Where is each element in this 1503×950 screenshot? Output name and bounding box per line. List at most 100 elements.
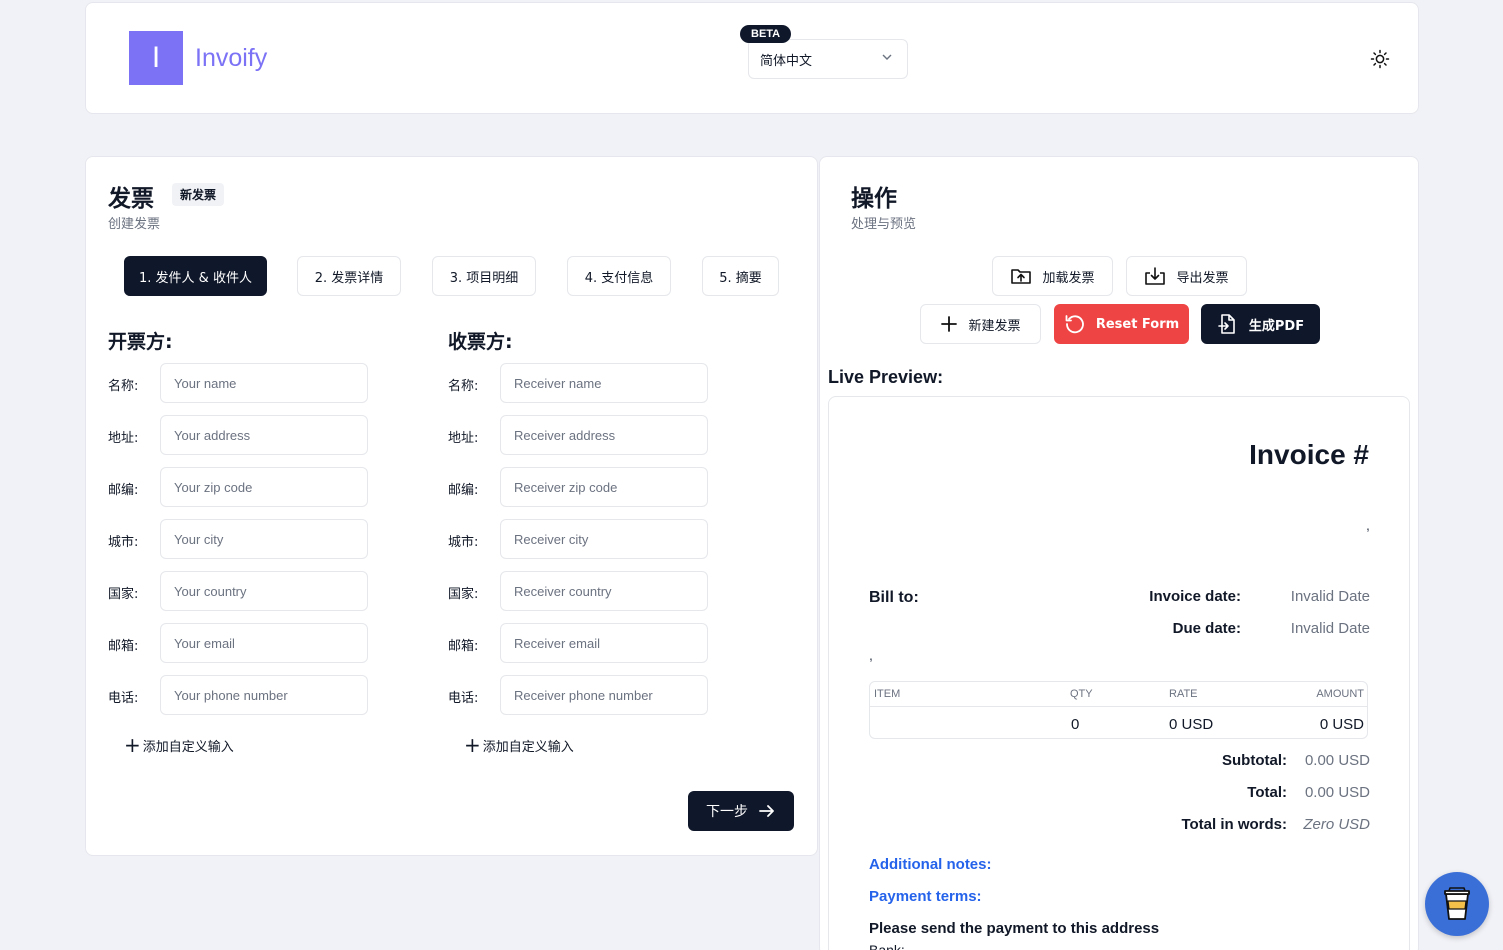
- receiver-city-input[interactable]: [500, 519, 708, 559]
- step-4-tab[interactable]: 4. 支付信息: [567, 256, 671, 296]
- receiver-add-custom-label: 添加自定义输入: [482, 739, 574, 755]
- generate-pdf-button[interactable]: 生成PDF: [1201, 304, 1320, 344]
- form-subtitle: 创建发票: [108, 217, 161, 232]
- sender-city-label: 城市:: [108, 535, 139, 550]
- subtotal-value: 0.00 USD: [1304, 752, 1370, 769]
- col-rate: RATE: [1169, 688, 1198, 700]
- next-step-label: 下一步: [706, 804, 748, 820]
- receiver-country-label: 国家:: [448, 587, 479, 602]
- next-step-button[interactable]: 下一步: [688, 791, 794, 831]
- payment-address-text: Please send the payment to this address: [869, 920, 1160, 937]
- sender-zip-input[interactable]: [160, 467, 368, 507]
- reset-form-button[interactable]: Reset Form: [1054, 304, 1189, 344]
- arrow-right-icon: [759, 805, 774, 817]
- actions-subtitle: 处理与预览: [851, 217, 917, 232]
- step-3-tab[interactable]: 3. 项目明细: [432, 256, 536, 296]
- step-2-tab[interactable]: 2. 发票详情: [297, 256, 401, 296]
- payment-terms-label: Payment terms:: [869, 888, 982, 905]
- sender-name-label: 名称:: [108, 379, 139, 394]
- subtotal-label: Subtotal:: [1222, 752, 1287, 769]
- total-in-words-value: Zero USD: [1303, 816, 1370, 833]
- receiver-address-label: 地址:: [448, 431, 479, 446]
- plus-icon: [941, 316, 958, 332]
- col-item: ITEM: [874, 688, 901, 700]
- reset-form-label: Reset Form: [1095, 316, 1180, 332]
- bank-label: Bank:: [869, 942, 905, 950]
- sun-icon: [1370, 49, 1390, 69]
- row-rate: 0 USD: [1169, 716, 1214, 733]
- receiver-city-label: 城市:: [448, 535, 479, 550]
- buy-me-coffee-button[interactable]: [1425, 872, 1489, 936]
- download-icon: [1145, 267, 1166, 285]
- coffee-cup-icon: [1444, 887, 1470, 920]
- receiver-add-custom-button[interactable]: + 添加自定义输入: [464, 735, 574, 755]
- due-date-value: Invalid Date: [1290, 620, 1370, 637]
- receiver-name-input[interactable]: [500, 363, 708, 403]
- theme-toggle-button[interactable]: [1369, 48, 1391, 70]
- new-invoice-badge: 新发票: [172, 183, 225, 206]
- invoice-date-value: Invalid Date: [1290, 588, 1370, 605]
- reset-icon: [1065, 315, 1084, 334]
- invoice-form-card: 发票 新发票 创建发票 1. 发件人 & 收件人 2. 发票详情 3. 项目明细…: [85, 156, 818, 856]
- sender-email-label: 邮箱:: [108, 639, 139, 654]
- chevron-down-icon: [882, 54, 892, 60]
- receiver-phone-input[interactable]: [500, 675, 708, 715]
- sender-country-label: 国家:: [108, 587, 139, 602]
- language-select[interactable]: 简体中文: [748, 39, 908, 79]
- total-label: Total:: [1247, 784, 1287, 801]
- plus-icon: +: [124, 733, 141, 757]
- additional-notes-label: Additional notes:: [869, 856, 992, 873]
- sender-zip-label: 邮编:: [108, 483, 139, 498]
- actions-card: 操作 处理与预览 加载发票 导出发票 新建发票 Reset Form 生成PDF…: [819, 156, 1419, 950]
- beta-badge: BETA: [740, 25, 792, 43]
- logo[interactable]: I Invoify: [129, 31, 267, 85]
- sender-country-input[interactable]: [160, 571, 368, 611]
- sender-address-input[interactable]: [160, 415, 368, 455]
- load-invoice-label: 加载发票: [1042, 270, 1095, 286]
- row-qty: 0: [1071, 716, 1080, 733]
- sender-phone-input[interactable]: [160, 675, 368, 715]
- upload-icon: [1011, 269, 1032, 284]
- sender-title: 开票方:: [108, 331, 173, 353]
- sender-add-custom-button[interactable]: + 添加自定义输入: [124, 735, 234, 755]
- app-name: Invoify: [195, 43, 268, 72]
- sender-phone-label: 电话:: [108, 691, 139, 706]
- receiver-address-comma: ,: [869, 647, 873, 663]
- export-invoice-label: 导出发票: [1176, 270, 1229, 286]
- app-header: I Invoify 简体中文 BETA: [85, 2, 1419, 114]
- receiver-phone-label: 电话:: [448, 691, 479, 706]
- receiver-email-label: 邮箱:: [448, 639, 479, 654]
- sender-address-comma: ,: [1366, 517, 1370, 533]
- sender-email-input[interactable]: [160, 623, 368, 663]
- file-export-icon: [1218, 314, 1235, 334]
- receiver-name-label: 名称:: [448, 379, 479, 394]
- bill-to-label: Bill to:: [869, 589, 919, 606]
- load-invoice-button[interactable]: 加载发票: [992, 256, 1113, 296]
- receiver-zip-input[interactable]: [500, 467, 708, 507]
- step-1-tab[interactable]: 1. 发件人 & 收件人: [124, 256, 267, 296]
- step-5-tab[interactable]: 5. 摘要: [702, 256, 779, 296]
- export-invoice-button[interactable]: 导出发票: [1126, 256, 1247, 296]
- table-divider: [870, 706, 1367, 707]
- total-value: 0.00 USD: [1304, 784, 1370, 801]
- sender-name-input[interactable]: [160, 363, 368, 403]
- col-amount: AMOUNT: [1316, 688, 1364, 700]
- sender-add-custom-label: 添加自定义输入: [142, 739, 234, 755]
- invoice-date-label: Invoice date:: [1149, 588, 1241, 605]
- sender-city-input[interactable]: [160, 519, 368, 559]
- new-invoice-button[interactable]: 新建发票: [920, 304, 1041, 344]
- invoice-preview: Invoice # , Bill to: , Invoice date: Inv…: [828, 396, 1410, 950]
- col-qty: QTY: [1070, 688, 1093, 700]
- receiver-address-input[interactable]: [500, 415, 708, 455]
- new-invoice-label: 新建发票: [968, 318, 1021, 334]
- due-date-label: Due date:: [1172, 620, 1241, 637]
- actions-title: 操作: [851, 186, 897, 212]
- receiver-email-input[interactable]: [500, 623, 708, 663]
- items-table: ITEM QTY RATE AMOUNT 0 0 USD 0 USD: [869, 681, 1368, 739]
- generate-pdf-label: 生成PDF: [1248, 318, 1305, 334]
- receiver-country-input[interactable]: [500, 571, 708, 611]
- form-title: 发票: [108, 186, 154, 212]
- row-amount: 0 USD: [1319, 716, 1364, 733]
- receiver-zip-label: 邮编:: [448, 483, 479, 498]
- language-value: 简体中文: [760, 53, 813, 69]
